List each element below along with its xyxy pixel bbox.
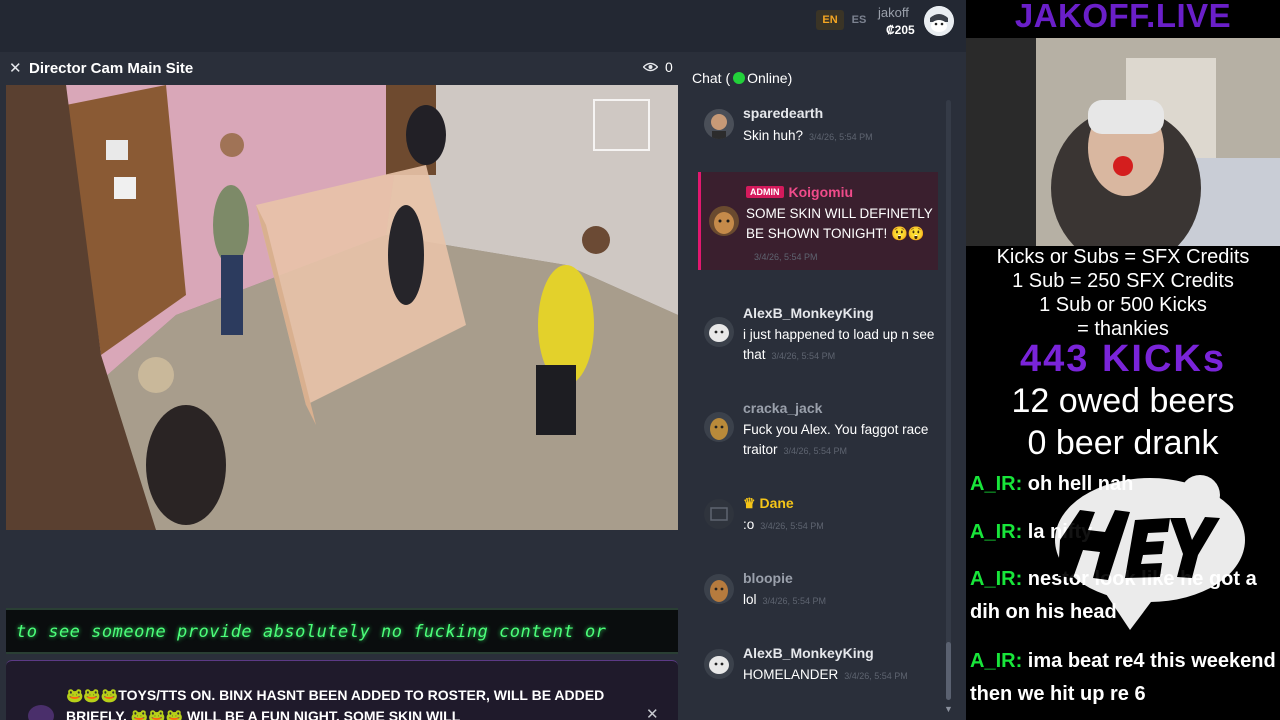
language-es-button[interactable]: ES [848, 10, 870, 30]
top-bar: EN ES jakoff ₡205 [0, 0, 966, 52]
user-avatar[interactable] [704, 317, 734, 347]
overlay-info-line: 1 Sub = 250 SFX Credits [1012, 270, 1234, 292]
overlay-chat-name: A_IR: [970, 521, 1023, 543]
overlay-chat-name: A_IR: [970, 568, 1023, 590]
hey-logo-icon [1055, 475, 1245, 630]
overlay-title: JAKOFF.LIVE [1014, 0, 1232, 34]
user-avatar[interactable] [704, 499, 734, 529]
chat-message: ♛ Dane :o 3/4/26, 5:54 PM [692, 493, 940, 543]
stream-app: EN ES jakoff ₡205 ✕ Director Cam Main Si… [0, 0, 966, 720]
chat-timestamp: 3/4/26, 5:54 PM [754, 252, 818, 262]
ticker-text: to see someone provide absolutely no fuc… [16, 622, 607, 642]
chat-message: cracka_jack Fuck you Alex. You faggot ra… [692, 398, 940, 468]
chat-username[interactable]: Dane [759, 495, 793, 511]
user-avatar[interactable] [709, 206, 739, 236]
overlay-info-line: Kicks or Subs = SFX Credits [996, 246, 1250, 268]
announcement-text: 🐸🐸🐸TOYS/TTS ON. BINX HASNT BEEN ADDED TO… [66, 687, 605, 720]
overlay-chat-name: A_IR: [970, 650, 1023, 672]
viewer-count: 0 [665, 59, 673, 75]
chat-timestamp: 3/4/26, 5:54 PM [809, 132, 873, 142]
camera-feed-image [6, 85, 678, 530]
user-avatar[interactable] [704, 412, 734, 442]
chat-username[interactable]: AlexB_MonkeyKing [743, 645, 874, 661]
chat-label: Chat ( [692, 70, 731, 86]
chat-scrollbar-track[interactable] [946, 100, 951, 700]
chat-timestamp: 3/4/26, 5:54 PM [762, 596, 827, 606]
crown-icon: ♛ [743, 495, 756, 511]
chat-status: Online) [747, 70, 793, 86]
chat-message: AlexB_MonkeyKing i just happened to load… [692, 303, 940, 373]
chat-text: HOMELANDER [743, 667, 839, 682]
webcam-image [966, 38, 1280, 246]
chat-timestamp: 3/4/26, 5:54 PM [760, 521, 824, 531]
chat-text: Skin huh? [743, 128, 804, 143]
overlay-chat-line: A_IR: ima beat re4 this weekend then we … [970, 645, 1276, 711]
viewer-eye-icon [643, 62, 658, 72]
owed-beers-counter: 12 owed beers [1011, 382, 1235, 420]
chat-header: Chat ( Online) [692, 70, 792, 86]
user-avatar[interactable] [704, 574, 734, 604]
chat-username[interactable]: AlexB_MonkeyKing [743, 305, 874, 321]
chat-message: bloopie lol 3/4/26, 5:54 PM [692, 568, 940, 618]
megaphone-icon [28, 705, 54, 720]
chat-text: lol [743, 592, 757, 607]
player-title: Director Cam Main Site [29, 60, 194, 77]
video-player[interactable] [6, 85, 678, 530]
credit-balance: ₡205 [886, 23, 915, 37]
chat-message: AlexB_MonkeyKing HOMELANDER 3/4/26, 5:54 … [692, 643, 940, 693]
online-status-icon [733, 72, 746, 84]
username[interactable]: jakoff [878, 5, 909, 20]
ticker-marquee: to see someone provide absolutely no fuc… [6, 608, 678, 654]
kicks-counter: 443 KICKs [1020, 338, 1226, 380]
chat-message-admin: ADMIN Koigomiu SOME SKIN WILL DEFINETLY B… [698, 172, 938, 270]
admin-badge: ADMIN [746, 186, 784, 198]
overlay-info-line: 1 Sub or 500 Kicks [1039, 294, 1207, 316]
chat-text: SOME SKIN WILL DEFINETLY BE SHOWN TONIGH… [746, 206, 933, 241]
chat-username[interactable]: bloopie [743, 570, 793, 586]
language-en-button[interactable]: EN [816, 10, 844, 30]
chat-scrollbar-thumb[interactable] [946, 642, 951, 700]
chat-text: :o [743, 517, 755, 532]
overlay-chat-name: A_IR: [970, 473, 1023, 495]
user-avatar[interactable] [704, 109, 734, 139]
chat-username[interactable]: cracka_jack [743, 400, 822, 416]
chat-messages[interactable]: sparedearth Skin huh? 3/4/26, 5:54 PM ADM… [692, 97, 952, 717]
chat-timestamp: 3/4/26, 5:54 PM [771, 351, 836, 361]
close-announcement-icon[interactable]: ✕ [646, 705, 659, 720]
chat-message: sparedearth Skin huh? 3/4/26, 5:54 PM [692, 101, 940, 151]
chat-timestamp: 3/4/26, 5:54 PM [783, 446, 848, 456]
chat-timestamp: 3/4/26, 5:54 PM [844, 671, 908, 681]
player-header: ✕ Director Cam Main Site 0 [0, 52, 680, 84]
chat-username[interactable]: Koigomiu [789, 184, 854, 200]
beer-drank-counter: 0 beer drank [1027, 424, 1219, 462]
user-avatar[interactable] [924, 6, 954, 36]
user-avatar[interactable] [704, 649, 734, 679]
chat-username[interactable]: sparedearth [743, 105, 823, 121]
scroll-down-icon[interactable]: ▼ [944, 704, 953, 714]
webcam-feed [966, 38, 1280, 246]
close-player-icon[interactable]: ✕ [9, 59, 22, 77]
announcement-banner: 🐸🐸🐸TOYS/TTS ON. BINX HASNT BEEN ADDED TO… [6, 660, 678, 720]
